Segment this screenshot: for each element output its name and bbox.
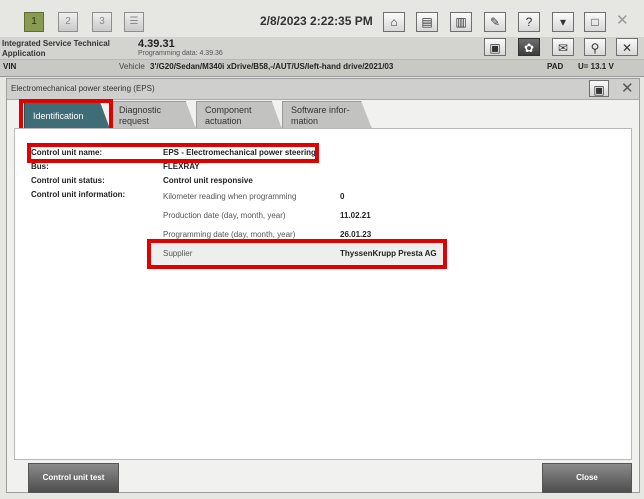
control-unit-test-button[interactable]: Control unit test (28, 463, 119, 493)
control-unit-status-value: Control unit responsive (163, 176, 253, 185)
control-unit-information-label: Control unit information: (31, 190, 126, 199)
name-highlight-box (27, 143, 319, 163)
bus-label: Bus: (31, 162, 49, 171)
minimize-button[interactable]: ▾ (552, 12, 574, 32)
production-date-value: 11.02.21 (340, 211, 371, 220)
list-icon: ☰ (129, 16, 139, 27)
app-name-line1: Integrated Service Technical (2, 39, 110, 48)
panel-print-button[interactable]: ▣ (589, 80, 609, 97)
panel-title: Electromechanical power steering (EPS) (11, 84, 155, 93)
tab-label-line1: Component (205, 105, 252, 115)
vehicle-label: Vehicle (119, 62, 145, 71)
tab-label-line2: actuation (205, 116, 242, 126)
document-button[interactable]: ▣ (484, 38, 506, 56)
window-button[interactable]: □ (584, 12, 606, 32)
tab-software-information[interactable]: Software infor- mation (282, 101, 372, 129)
programming-date-label: Programming date (day, month, year) (163, 230, 296, 239)
panel-close-icon[interactable]: ✕ (621, 79, 634, 97)
vehicle-bar: VIN Vehicle 3'/G20/Sedan/M340i xDrive/B5… (0, 59, 644, 77)
km-reading-value: 0 (340, 192, 345, 201)
voltage: U= 13.1 V (578, 62, 614, 71)
home-button[interactable]: ⌂ (383, 12, 405, 32)
programming-date-value: 26.01.23 (340, 230, 372, 239)
tab-label-line2: mation (291, 116, 319, 126)
production-date-label: Production date (day, month, year) (163, 211, 286, 220)
eps-panel: Electromechanical power steering (EPS) ▣… (6, 78, 640, 493)
vehicle-info-button[interactable]: ▤ (416, 12, 438, 32)
close-icon: ✕ (621, 41, 633, 55)
tools-button[interactable]: ✎ (484, 12, 506, 32)
chart-button[interactable]: ▥ (450, 12, 472, 32)
workspace-1-button[interactable]: 1 (24, 12, 44, 32)
gear-icon: ✿ (523, 41, 535, 55)
search-icon: ⚲ (590, 41, 600, 55)
help-icon: ? (525, 15, 533, 29)
vin-label: VIN (3, 62, 17, 71)
wrench-icon: ✎ (489, 15, 501, 29)
control-unit-status-label: Control unit status: (31, 176, 105, 185)
tab-label-line1: Software infor- (291, 105, 350, 115)
bus-value: FLEXRAY (163, 162, 200, 171)
supplier-highlight-box (147, 239, 447, 269)
close-button[interactable]: Close (542, 463, 632, 493)
app-close-icon[interactable]: ✕ (616, 11, 629, 29)
tab-component-actuation[interactable]: Component actuation (196, 101, 282, 129)
km-reading-label: Kilometer reading when programming (163, 192, 297, 201)
app-name-line2: Application (2, 49, 46, 58)
programming-data: Programming data: 4.39.36 (138, 50, 223, 57)
home-icon: ⌂ (390, 15, 398, 29)
minimize-icon: ▾ (559, 15, 567, 29)
print-icon: ▣ (593, 83, 605, 97)
tab-label-line2: request (119, 116, 150, 126)
datetime: 2/8/2023 2:22:35 PM (260, 14, 373, 28)
mail-button[interactable]: ✉ (552, 38, 574, 56)
settings-button[interactable]: ✿ (518, 38, 540, 56)
panel-title-bar: Electromechanical power steering (EPS) ▣… (7, 79, 639, 100)
search-button[interactable]: ⚲ (584, 38, 606, 56)
list-button[interactable]: ☰ (124, 12, 144, 32)
window-icon: □ (591, 15, 599, 29)
workspace-2-button[interactable]: 2 (58, 12, 78, 32)
mail-icon: ✉ (557, 41, 569, 55)
close-session-button[interactable]: ✕ (616, 38, 638, 56)
app-header: Integrated Service Technical Application… (0, 37, 644, 59)
tab-label-line1: Diagnostic (119, 105, 162, 115)
chart-icon: ▥ (455, 15, 467, 29)
identification-content: Control unit name: EPS - Electromechanic… (14, 128, 632, 460)
vehicle-value: 3'/G20/Sedan/M340i xDrive/B58,-/AUT/US/l… (150, 62, 394, 71)
app-version: 4.39.31 (138, 38, 175, 50)
pad-label: PAD (547, 62, 564, 71)
vehicle-info-icon: ▤ (421, 15, 433, 29)
document-icon: ▣ (489, 41, 501, 55)
tab-diagnostic-request[interactable]: Diagnostic request (110, 101, 196, 129)
workspace-3-button[interactable]: 3 (92, 12, 112, 32)
help-button[interactable]: ? (518, 12, 540, 32)
